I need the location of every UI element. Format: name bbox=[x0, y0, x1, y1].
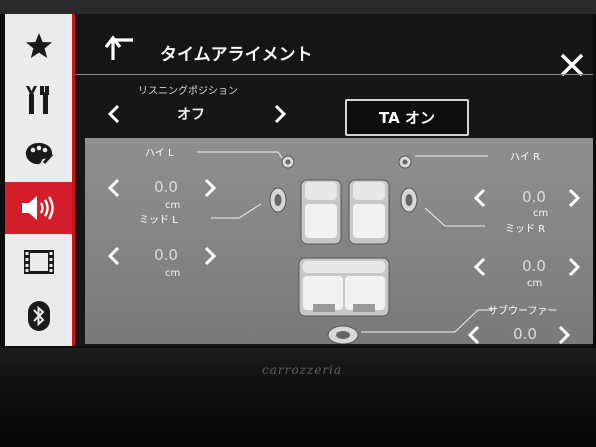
sidebar-item-audio[interactable] bbox=[5, 182, 72, 234]
high-r-increase-button[interactable] bbox=[567, 188, 581, 208]
high-l-increase-button[interactable] bbox=[203, 178, 217, 198]
header-bar: タイムアライメント bbox=[75, 14, 593, 77]
high-l-decrease-button[interactable] bbox=[107, 178, 121, 198]
mid-l-increase-button[interactable] bbox=[203, 246, 217, 266]
subwoofer-icon bbox=[327, 325, 359, 344]
listening-position-label: リスニングポジション bbox=[138, 86, 238, 97]
subwoofer-label: サブウーファー bbox=[488, 306, 558, 317]
star-icon bbox=[25, 33, 52, 58]
speaker-audio-icon bbox=[21, 196, 54, 220]
midrange-right-icon bbox=[400, 187, 418, 213]
high-r-decrease-button[interactable] bbox=[473, 188, 487, 208]
listening-position-next-button[interactable] bbox=[273, 104, 287, 124]
high-l-unit: cm bbox=[165, 200, 181, 211]
sidebar-item-video[interactable] bbox=[5, 236, 72, 288]
mid-r-value: 0.0 bbox=[522, 257, 546, 275]
listening-position-prev-button[interactable] bbox=[107, 104, 121, 124]
high-r-unit: cm bbox=[533, 208, 549, 219]
car-seats-icon bbox=[298, 179, 390, 317]
sidebar-item-bluetooth[interactable] bbox=[5, 290, 72, 342]
mid-r-increase-button[interactable] bbox=[567, 257, 581, 277]
subwoofer-increase-button[interactable] bbox=[557, 325, 571, 345]
header-divider bbox=[75, 74, 593, 75]
film-icon bbox=[23, 250, 54, 274]
subwoofer-decrease-button[interactable] bbox=[467, 325, 481, 345]
mid-l-label: ミッド L bbox=[139, 215, 178, 226]
sidebar-item-favorites[interactable] bbox=[5, 20, 72, 72]
high-r-value: 0.0 bbox=[522, 188, 546, 206]
bluetooth-icon bbox=[27, 301, 50, 331]
listening-position-value: オフ bbox=[177, 107, 205, 123]
sidebar-item-theme[interactable] bbox=[5, 128, 72, 180]
speaker-panel: ハイ L 0.0 cm ミッド L 0.0 cm ハイ R 0.0 cm ミッド… bbox=[85, 138, 593, 345]
ta-toggle-button[interactable]: TA オン bbox=[345, 99, 469, 136]
mid-l-value: 0.0 bbox=[154, 246, 178, 264]
tools-icon bbox=[25, 86, 49, 114]
device-bezel-top bbox=[0, 0, 596, 14]
head-unit-screen: タイムアライメント リスニングポジション オフ TA オン ハイ L 0.0 c… bbox=[5, 14, 593, 346]
back-return-icon[interactable] bbox=[105, 34, 137, 62]
tweeter-left-icon bbox=[281, 155, 295, 169]
mid-r-unit: cm bbox=[527, 278, 543, 289]
mid-l-unit: cm bbox=[165, 268, 181, 279]
page-title: タイムアライメント bbox=[160, 45, 313, 65]
high-l-label: ハイ L bbox=[145, 148, 174, 159]
mid-r-decrease-button[interactable] bbox=[473, 257, 487, 277]
mid-r-label: ミッド R bbox=[505, 224, 546, 235]
palette-icon bbox=[25, 143, 53, 165]
midrange-left-icon bbox=[269, 187, 287, 213]
high-l-value: 0.0 bbox=[154, 178, 178, 196]
sidebar bbox=[5, 14, 75, 346]
brand-logo: carrozzeria bbox=[262, 363, 343, 377]
mid-l-decrease-button[interactable] bbox=[107, 246, 121, 266]
sidebar-item-settings[interactable] bbox=[5, 74, 72, 126]
high-r-label: ハイ R bbox=[510, 152, 540, 163]
tweeter-right-icon bbox=[398, 155, 412, 169]
subwoofer-value: 0.0 bbox=[513, 325, 537, 343]
